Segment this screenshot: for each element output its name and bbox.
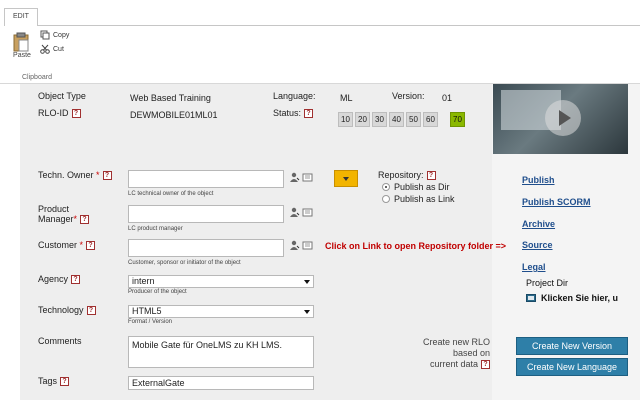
agency-select[interactable]: intern xyxy=(128,275,314,288)
agency-hint: Producer of the object xyxy=(128,289,187,295)
object-type-label: Object Type xyxy=(38,91,86,101)
object-type-value: Web Based Training xyxy=(130,93,211,103)
tech-owner-hint: LC technical owner of the object xyxy=(128,191,214,197)
status-20[interactable]: 20 xyxy=(355,112,370,127)
product-manager-label: Manager*? xyxy=(38,214,90,225)
status-30[interactable]: 30 xyxy=(372,112,387,127)
comments-textarea[interactable]: Mobile Gate für OneLMS zu KH LMS. xyxy=(128,336,314,368)
technology-label: Technology? xyxy=(38,305,96,316)
agency-selected-value: intern xyxy=(132,276,155,286)
archive-link[interactable]: Archive xyxy=(522,219,555,229)
status-40[interactable]: 40 xyxy=(389,112,404,127)
legal-link[interactable]: Legal xyxy=(522,262,546,272)
product-manager-hint: LC product manager xyxy=(128,226,183,232)
version-label: Version: xyxy=(392,91,425,101)
technology-help-icon[interactable]: ? xyxy=(86,306,96,316)
rlo-id-help-icon[interactable]: ? xyxy=(71,109,81,119)
person-icon[interactable] xyxy=(289,207,300,218)
clipboard-icon xyxy=(13,32,29,52)
person-icon[interactable] xyxy=(289,172,300,183)
product-manager-label-line1: Product xyxy=(38,204,70,214)
paste-button[interactable]: Paste xyxy=(8,32,36,66)
address-book-icon[interactable] xyxy=(302,172,313,183)
copy-icon xyxy=(40,30,50,40)
customer-field[interactable] xyxy=(128,239,284,257)
language-value: ML xyxy=(340,93,353,103)
tech-owner-picker xyxy=(289,171,313,183)
address-book-icon[interactable] xyxy=(302,240,313,251)
publish-as-dir-label: Publish as Dir xyxy=(394,182,450,192)
chevron-down-icon xyxy=(304,280,310,284)
project-dir-label: Project Dir xyxy=(526,278,569,288)
product-manager-picker xyxy=(289,206,313,218)
technology-select[interactable]: HTML5 xyxy=(128,305,314,318)
customer-label: Customer *? xyxy=(38,240,96,251)
agency-label: Agency? xyxy=(38,274,81,285)
customer-picker xyxy=(289,239,313,251)
create-new-language-button[interactable]: Create New Language xyxy=(516,358,628,376)
status-label: Status:? xyxy=(273,108,314,119)
publish-as-link-label: Publish as Link xyxy=(394,194,455,204)
tags-help-icon[interactable]: ? xyxy=(60,377,70,387)
tech-owner-help-icon[interactable]: ? xyxy=(102,171,112,181)
create-help-icon[interactable]: ? xyxy=(481,360,490,370)
create-label-line2: based on xyxy=(452,348,490,358)
klicken-label: Klicken Sie hier, u xyxy=(541,293,619,303)
tab-edit[interactable]: EDIT xyxy=(4,8,38,26)
clipboard-group-label: Clipboard xyxy=(22,74,52,81)
agency-help-icon[interactable]: ? xyxy=(71,275,81,285)
rlo-id-label: RLO-ID? xyxy=(38,108,81,119)
create-label-line3: current data? xyxy=(400,359,490,370)
customer-hint: Customer, sponsor or initiator of the ob… xyxy=(128,260,241,266)
status-50[interactable]: 50 xyxy=(406,112,421,127)
project-dir-link[interactable]: Klicken Sie hier, u xyxy=(526,293,618,303)
radio-selected-icon xyxy=(382,183,390,191)
video-thumbnail[interactable] xyxy=(493,84,628,154)
product-manager-field[interactable] xyxy=(128,205,284,223)
publish-as-link-radio[interactable]: Publish as Link xyxy=(382,194,455,204)
copy-button[interactable]: Copy xyxy=(40,29,69,41)
publish-as-dir-radio[interactable]: Publish as Dir xyxy=(382,182,450,192)
chevron-down-icon xyxy=(304,310,310,314)
folder-icon xyxy=(526,294,536,302)
version-value: 01 xyxy=(442,93,453,103)
rlo-id-value: DEWMOBILE01ML01 xyxy=(130,110,218,120)
create-new-rlo-label: Create new RLO based on current data? xyxy=(400,337,490,370)
tags-field[interactable]: ExternalGate xyxy=(128,376,314,390)
comments-label: Comments xyxy=(38,336,82,346)
status-help-icon[interactable]: ? xyxy=(304,109,314,119)
technology-selected-value: HTML5 xyxy=(132,306,162,316)
ribbon: EDIT Paste Copy Cut Clipboard xyxy=(0,0,640,84)
language-label: Language: xyxy=(273,91,316,101)
status-70[interactable]: 70 xyxy=(450,112,465,127)
tab-divider xyxy=(38,25,640,26)
person-icon[interactable] xyxy=(289,240,300,251)
product-manager-help-icon[interactable]: ? xyxy=(80,215,90,225)
create-new-version-button[interactable]: Create New Version xyxy=(516,337,628,355)
source-link[interactable]: Source xyxy=(522,240,553,250)
technology-hint: Format / Version xyxy=(128,319,173,325)
repository-dropdown-button[interactable] xyxy=(334,170,358,187)
create-label-line1: Create new RLO xyxy=(422,337,490,347)
radio-unselected-icon xyxy=(382,195,390,203)
cut-label: Cut xyxy=(53,45,64,53)
status-10[interactable]: 10 xyxy=(338,112,353,127)
tech-owner-field[interactable] xyxy=(128,170,284,188)
repository-note: Click on Link to open Repository folder … xyxy=(325,241,507,251)
paste-label: Paste xyxy=(13,52,31,59)
play-icon xyxy=(545,100,581,136)
repository-label: Repository:? xyxy=(378,170,436,181)
tech-owner-label: Techn. Owner *? xyxy=(38,170,112,181)
address-book-icon[interactable] xyxy=(302,207,313,218)
copy-label: Copy xyxy=(53,31,70,39)
repository-help-icon[interactable]: ? xyxy=(426,171,436,181)
cut-button[interactable]: Cut xyxy=(40,43,64,55)
customer-help-icon[interactable]: ? xyxy=(86,241,96,251)
publish-scorm-link[interactable]: Publish SCORM xyxy=(522,197,591,207)
scissors-icon xyxy=(40,44,50,54)
tags-label: Tags? xyxy=(38,376,70,387)
publish-link[interactable]: Publish xyxy=(522,175,555,185)
status-60[interactable]: 60 xyxy=(423,112,438,127)
